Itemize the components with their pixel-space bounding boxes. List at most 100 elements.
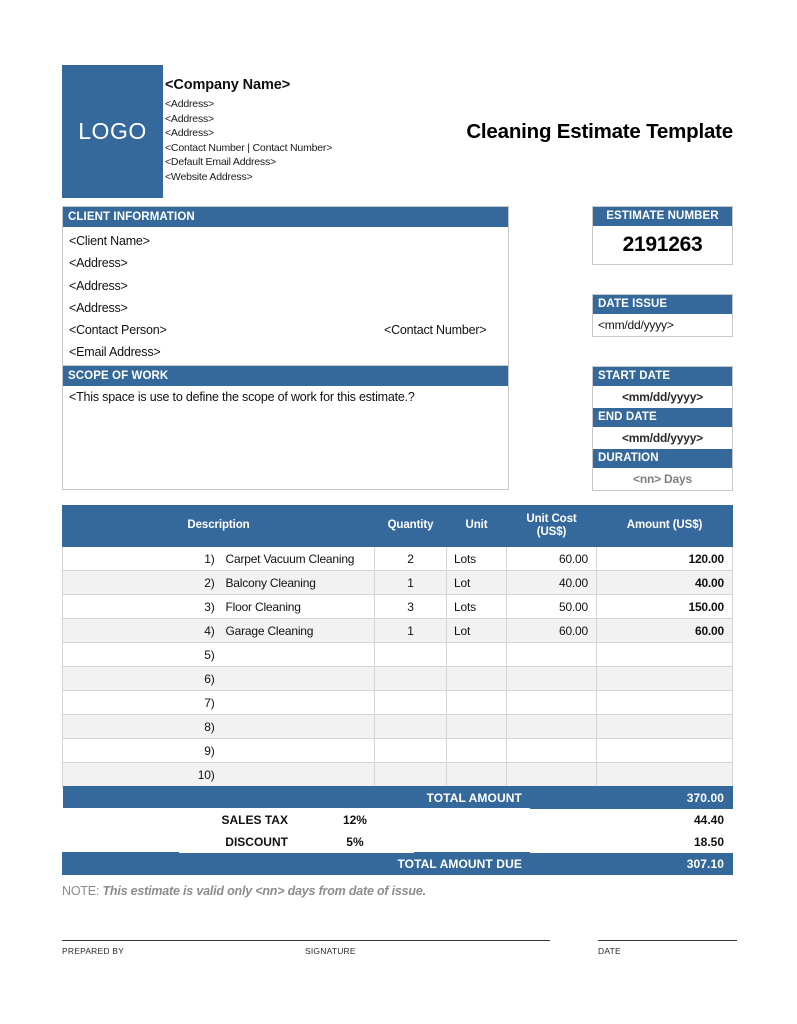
cell-amount[interactable]	[596, 642, 733, 667]
signature-date-field[interactable]: DATE	[598, 940, 737, 956]
cell-unit-cost[interactable]	[506, 714, 597, 739]
cell-unit[interactable]	[446, 666, 507, 691]
sales-tax-rate[interactable]: 12%	[295, 808, 414, 831]
cell-quantity[interactable]	[374, 642, 447, 667]
end-date-value[interactable]: <mm/dd/yyyy>	[593, 427, 732, 449]
cell-quantity[interactable]: 1	[374, 618, 447, 643]
table-row[interactable]: 3) Floor Cleaning 3 Lots 50.00 150.00	[62, 594, 733, 619]
signature-field[interactable]: SIGNATURE	[305, 940, 550, 956]
table-row[interactable]: 9)	[62, 738, 733, 763]
cell-unit-cost[interactable]	[506, 642, 597, 667]
cell-unit-cost[interactable]	[506, 690, 597, 715]
date-issue-value[interactable]: <mm/dd/yyyy>	[593, 314, 732, 336]
cell-unit[interactable]	[446, 738, 507, 763]
table-row[interactable]: 8)	[62, 714, 733, 739]
company-address-line-1[interactable]: <Address>	[165, 97, 445, 112]
cell-unit[interactable]	[446, 642, 507, 667]
cell-amount[interactable]: 60.00	[596, 618, 733, 643]
client-address-field-2[interactable]: <Address>	[69, 275, 502, 297]
row-number: 10)	[62, 762, 219, 787]
discount-gap	[413, 830, 531, 853]
cell-quantity[interactable]: 3	[374, 594, 447, 619]
total-amount-due-row: TOTAL AMOUNT DUE 307.10	[62, 852, 734, 875]
start-date-value[interactable]: <mm/dd/yyyy>	[593, 386, 732, 408]
table-row[interactable]: 10)	[62, 762, 733, 787]
cell-unit[interactable]: Lots	[446, 546, 507, 571]
cell-unit[interactable]: Lot	[446, 570, 507, 595]
cell-unit[interactable]	[446, 714, 507, 739]
company-name[interactable]: <Company Name>	[165, 77, 445, 93]
cell-description[interactable]: Balcony Cleaning	[218, 570, 375, 595]
cell-amount[interactable]: 150.00	[596, 594, 733, 619]
client-information-panel: CLIENT INFORMATION <Client Name> <Addres…	[62, 206, 509, 370]
cell-quantity[interactable]	[374, 762, 447, 787]
schedule-panel: START DATE <mm/dd/yyyy> END DATE <mm/dd/…	[592, 366, 733, 491]
table-row[interactable]: 6)	[62, 666, 733, 691]
cell-unit-cost[interactable]	[506, 762, 597, 787]
duration-value[interactable]: <nn> Days	[593, 468, 732, 490]
cell-description[interactable]: Garage Cleaning	[218, 618, 375, 643]
cell-unit-cost[interactable]: 50.00	[506, 594, 597, 619]
client-email-field[interactable]: <Email Address>	[69, 341, 502, 363]
line-items-header-row: Description Quantity Unit Unit Cost (US$…	[62, 505, 733, 547]
table-row[interactable]: 1) Carpet Vacuum Cleaning 2 Lots 60.00 120.00	[62, 546, 733, 571]
cell-amount[interactable]	[596, 666, 733, 691]
cell-amount[interactable]: 40.00	[596, 570, 733, 595]
row-number: 9)	[62, 738, 219, 763]
column-header-amount: Amount (US$)	[596, 505, 733, 547]
cell-unit[interactable]: Lot	[446, 618, 507, 643]
table-row[interactable]: 4) Garage Cleaning 1 Lot 60.00 60.00	[62, 618, 733, 643]
sales-tax-label: SALES TAX	[178, 808, 297, 831]
logo-placeholder[interactable]: LOGO	[62, 65, 163, 198]
cell-quantity[interactable]	[374, 714, 447, 739]
cell-unit[interactable]	[446, 690, 507, 715]
cell-description[interactable]	[218, 666, 375, 691]
cell-amount[interactable]: 120.00	[596, 546, 733, 571]
cell-amount[interactable]	[596, 690, 733, 715]
cell-unit-cost[interactable]: 60.00	[506, 618, 597, 643]
cell-unit[interactable]: Lots	[446, 594, 507, 619]
cell-description[interactable]: Carpet Vacuum Cleaning	[218, 546, 375, 571]
cell-amount[interactable]	[596, 714, 733, 739]
table-row[interactable]: 7)	[62, 690, 733, 715]
cell-unit-cost[interactable]: 60.00	[506, 546, 597, 571]
cell-quantity[interactable]	[374, 666, 447, 691]
cell-unit-cost[interactable]	[506, 738, 597, 763]
client-address-field-3[interactable]: <Address>	[69, 297, 502, 319]
client-contact-person-field[interactable]: <Contact Person>	[69, 323, 167, 337]
cell-description[interactable]	[218, 714, 375, 739]
discount-rate[interactable]: 5%	[295, 830, 414, 853]
column-header-description: Description	[62, 505, 375, 547]
prepared-by-field[interactable]: PREPARED BY	[62, 940, 305, 956]
totals-table: TOTAL AMOUNT 370.00 SALES TAX 12% 44.40 …	[62, 786, 734, 875]
cell-description[interactable]	[218, 738, 375, 763]
cell-description[interactable]	[218, 642, 375, 667]
prepared-by-rule	[62, 940, 305, 941]
sales-tax-row: SALES TAX 12% 44.40	[62, 808, 734, 831]
scope-of-work-text[interactable]: <This space is use to define the scope o…	[63, 386, 508, 408]
column-header-unit-cost-line2: (US$)	[536, 526, 567, 538]
client-contact-number-field[interactable]: <Contact Number>	[384, 319, 487, 341]
cell-quantity[interactable]	[374, 690, 447, 715]
cell-unit-cost[interactable]	[506, 666, 597, 691]
cell-description[interactable]: Floor Cleaning	[218, 594, 375, 619]
cell-amount[interactable]	[596, 738, 733, 763]
start-date-label: START DATE	[593, 367, 732, 386]
company-website[interactable]: <Website Address>	[165, 170, 445, 185]
cell-quantity[interactable]: 1	[374, 570, 447, 595]
table-row[interactable]: 2) Balcony Cleaning 1 Lot 40.00 40.00	[62, 570, 733, 595]
cell-quantity[interactable]	[374, 738, 447, 763]
cell-unit-cost[interactable]: 40.00	[506, 570, 597, 595]
estimate-number-value[interactable]: 2191263	[593, 226, 732, 264]
cell-description[interactable]	[218, 690, 375, 715]
table-row[interactable]: 5)	[62, 642, 733, 667]
cell-description[interactable]	[218, 762, 375, 787]
cell-unit[interactable]	[446, 762, 507, 787]
cell-amount[interactable]	[596, 762, 733, 787]
client-address-field-1[interactable]: <Address>	[69, 252, 502, 274]
estimate-number-panel: ESTIMATE NUMBER 2191263	[592, 206, 733, 265]
company-email[interactable]: <Default Email Address>	[165, 155, 445, 170]
cell-quantity[interactable]: 2	[374, 546, 447, 571]
client-name-field[interactable]: <Client Name>	[69, 230, 502, 252]
column-header-unit-cost-line1: Unit Cost	[526, 512, 577, 525]
